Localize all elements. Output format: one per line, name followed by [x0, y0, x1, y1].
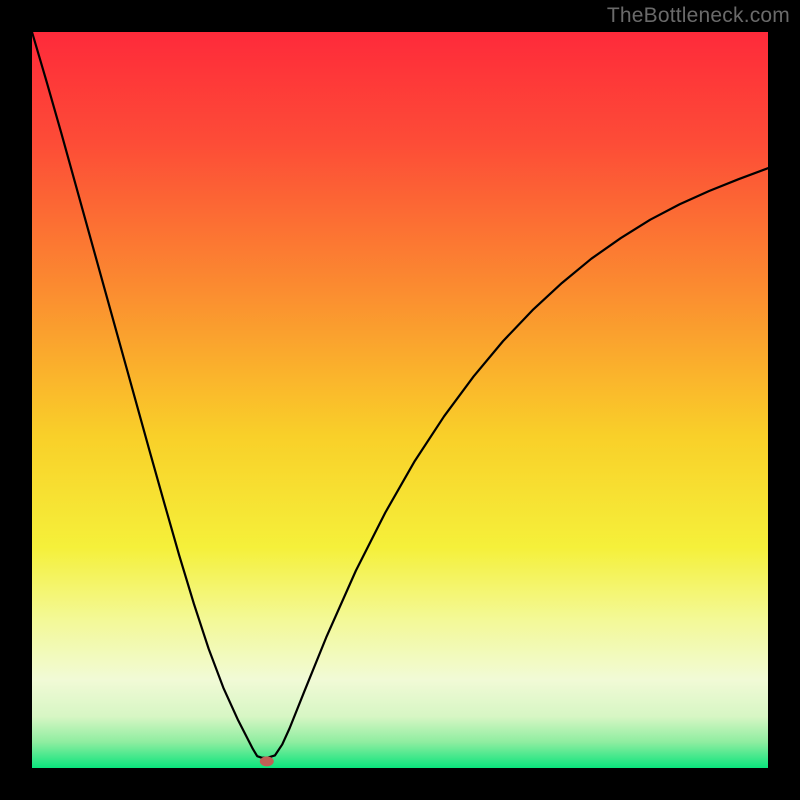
watermark-text: TheBottleneck.com [607, 4, 790, 28]
min-marker [260, 756, 274, 766]
plot-background [32, 32, 768, 768]
bottleneck-chart [0, 0, 800, 800]
chart-frame: { "watermark": "TheBottleneck.com", "cha… [0, 0, 800, 800]
